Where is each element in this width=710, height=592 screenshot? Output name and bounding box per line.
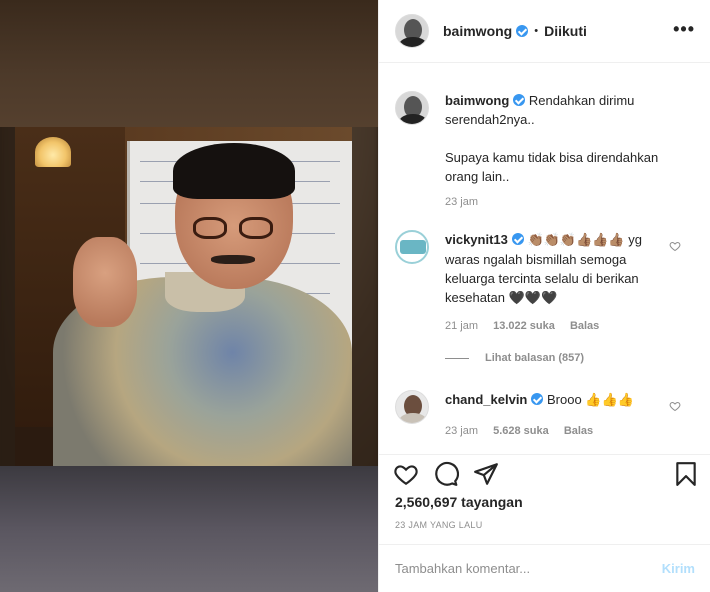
- comment-line3: keluarga tercinta selalu di berikan: [445, 271, 639, 286]
- share-icon[interactable]: [473, 461, 499, 487]
- blurred-background-bottom: [0, 466, 378, 592]
- add-comment-bar: Kirim: [379, 544, 710, 592]
- verified-badge-icon: [511, 233, 524, 245]
- caption-text: baimwong Rendahkan dirimu serendah2nya..…: [445, 91, 665, 186]
- comments-section: baimwong Rendahkan dirimu serendah2nya..…: [379, 64, 710, 454]
- comment-icon[interactable]: [433, 461, 459, 487]
- comment-line1-end: yg: [628, 232, 642, 247]
- caption-username[interactable]: baimwong: [445, 93, 509, 108]
- reply-button[interactable]: Balas: [564, 425, 593, 437]
- comment-input[interactable]: [395, 561, 645, 576]
- comment-likes[interactable]: 5.628 suka: [493, 425, 549, 437]
- commenter-username[interactable]: vickynit13: [445, 232, 508, 247]
- commenter-username[interactable]: chand_kelvin: [445, 392, 527, 407]
- caption-line1: Rendahkan dirimu: [528, 93, 635, 108]
- mustache: [211, 255, 255, 264]
- comment-text: chand_kelvin Brooo 👍👍👍: [445, 390, 665, 410]
- wall-lamp: [35, 137, 71, 167]
- post-media[interactable]: [0, 0, 378, 592]
- more-options-icon[interactable]: •••: [673, 20, 695, 38]
- comment-text: vickynit13 👏🏽👏🏽👏🏽👍🏽👍🏽👍🏽 yg waras ngalah …: [445, 230, 665, 308]
- commenter-avatar[interactable]: [395, 230, 429, 264]
- follow-status[interactable]: Diikuti: [544, 23, 587, 39]
- comment-time: 23 jam: [445, 425, 479, 437]
- verified-badge-icon: [531, 393, 544, 405]
- author-avatar[interactable]: [395, 14, 429, 48]
- reply-button[interactable]: Balas: [570, 320, 599, 332]
- comment-content: Brooo: [547, 392, 582, 407]
- hair: [173, 143, 295, 199]
- bookmark-icon[interactable]: [673, 461, 699, 487]
- caption-time: 23 jam: [445, 196, 479, 208]
- caption-line3: Supaya kamu tidak bisa direndahkan: [445, 150, 659, 165]
- comment-line4: kesehatan: [445, 290, 505, 305]
- raised-fist: [73, 237, 137, 327]
- caption-meta: 23 jam: [445, 196, 490, 208]
- caption-line4: orang lain..: [445, 169, 510, 184]
- like-comment-heart-icon[interactable]: [669, 400, 681, 412]
- comment-meta: 23 jam 5.628 suka Balas: [445, 425, 605, 437]
- view-replies-label: Lihat balasan (857): [485, 352, 585, 364]
- view-count[interactable]: 2,560,697 tayangan: [395, 494, 523, 510]
- comment-meta: 21 jam 13.022 suka Balas: [445, 320, 611, 332]
- heart-icon[interactable]: [393, 461, 419, 487]
- post-actions: 2,560,697 tayangan 23 JAM YANG LALU: [379, 454, 710, 544]
- separator-dot: •: [534, 25, 539, 37]
- comment-line2: waras ngalah bismillah semoga: [445, 252, 627, 267]
- post-comment-button[interactable]: Kirim: [662, 561, 695, 576]
- divider-line: [445, 357, 469, 359]
- like-comment-heart-icon[interactable]: [669, 240, 681, 252]
- verified-badge-icon: [516, 25, 529, 37]
- caption-avatar[interactable]: [395, 91, 429, 125]
- commenter-avatar[interactable]: [395, 390, 429, 424]
- caption-line2: serendah2nya..: [445, 112, 535, 127]
- heart-emojis: 🖤🖤🖤: [508, 291, 558, 306]
- post-header: baimwong • Diikuti •••: [379, 0, 710, 63]
- post-timestamp: 23 JAM YANG LALU: [395, 520, 483, 530]
- comment-likes[interactable]: 13.022 suka: [493, 320, 555, 332]
- thumbs-emojis: 👍👍👍: [585, 393, 634, 408]
- glasses: [193, 217, 277, 239]
- video-frame[interactable]: [15, 127, 352, 466]
- blurred-background-top: [0, 0, 378, 127]
- verified-badge-icon: [513, 94, 526, 106]
- author-username[interactable]: baimwong: [443, 23, 512, 39]
- post-side-panel: baimwong • Diikuti ••• baimwong Rendahka…: [378, 0, 710, 592]
- clap-emojis: 👏🏽👏🏽👏🏽👍🏽👍🏽👍🏽: [527, 233, 625, 248]
- comment-time: 21 jam: [445, 320, 479, 332]
- view-replies-button[interactable]: Lihat balasan (857): [445, 352, 584, 364]
